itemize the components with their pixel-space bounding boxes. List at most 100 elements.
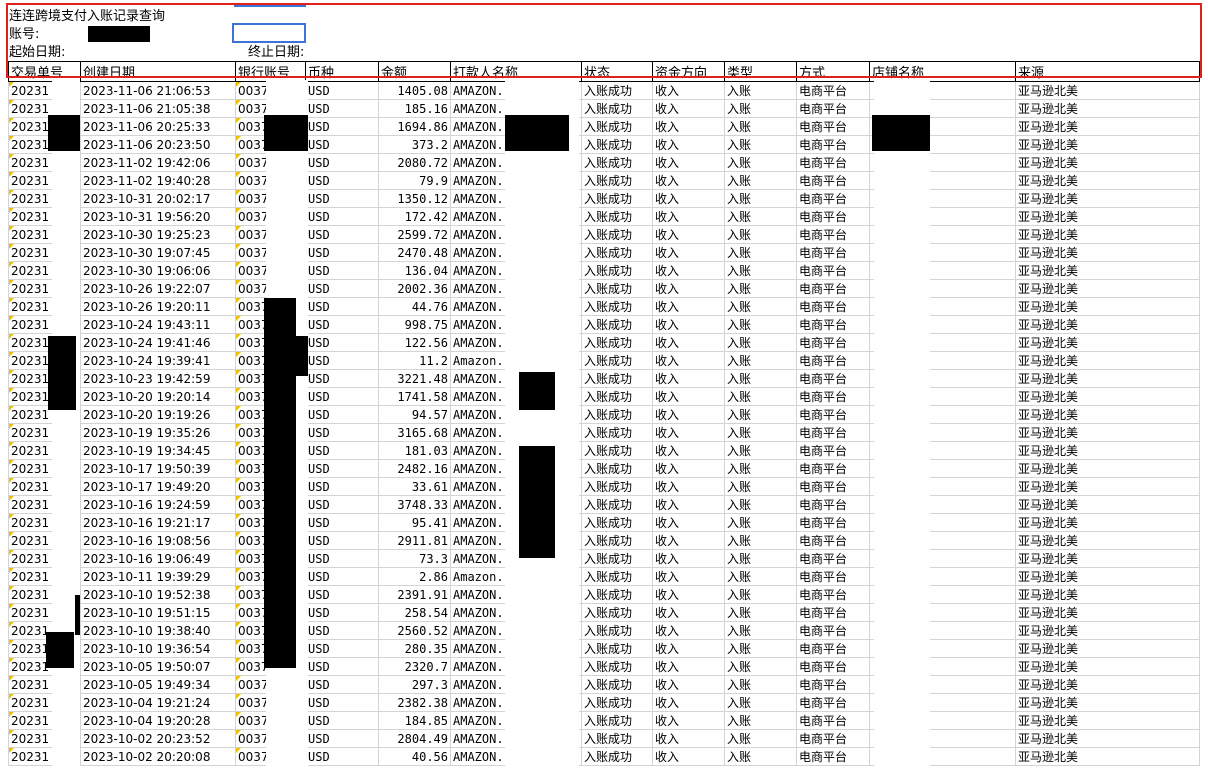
cell-type[interactable]: 入账 bbox=[724, 621, 797, 640]
cell-type[interactable]: 入账 bbox=[724, 261, 797, 280]
cell-fund-direction[interactable]: 收入 bbox=[652, 135, 725, 154]
cell-amount[interactable]: 95.41 bbox=[378, 513, 451, 532]
column-header[interactable]: 银行账号 bbox=[235, 61, 306, 82]
cell-amount[interactable]: 2470.48 bbox=[378, 243, 451, 262]
column-header[interactable]: 类型 bbox=[724, 61, 797, 82]
cell-method[interactable]: 电商平台 bbox=[796, 729, 870, 748]
cell-created-date[interactable]: 2023-10-17 19:50:39 bbox=[80, 459, 236, 478]
cell-status[interactable]: 入账成功 bbox=[581, 693, 653, 712]
cell-method[interactable]: 电商平台 bbox=[796, 315, 870, 334]
cell-fund-direction[interactable]: 收入 bbox=[652, 117, 725, 136]
cell-fund-direction[interactable]: 收入 bbox=[652, 279, 725, 298]
cell-status[interactable]: 入账成功 bbox=[581, 135, 653, 154]
cell-currency[interactable]: USD bbox=[305, 99, 379, 118]
cell-status[interactable]: 入账成功 bbox=[581, 333, 653, 352]
cell-currency[interactable]: USD bbox=[305, 675, 379, 694]
cell-type[interactable]: 入账 bbox=[724, 81, 797, 100]
cell-method[interactable]: 电商平台 bbox=[796, 621, 870, 640]
cell-method[interactable]: 电商平台 bbox=[796, 693, 870, 712]
cell-source[interactable]: 亚马逊北美 bbox=[1015, 531, 1200, 550]
cell-created-date[interactable]: 2023-10-16 19:21:17 bbox=[80, 513, 236, 532]
cell-type[interactable]: 入账 bbox=[724, 99, 797, 118]
cell-fund-direction[interactable]: 收入 bbox=[652, 387, 725, 406]
cell-fund-direction[interactable]: 收入 bbox=[652, 657, 725, 676]
cell-method[interactable]: 电商平台 bbox=[796, 333, 870, 352]
cell-fund-direction[interactable]: 收入 bbox=[652, 711, 725, 730]
cell-amount[interactable]: 258.54 bbox=[378, 603, 451, 622]
cell-status[interactable]: 入账成功 bbox=[581, 567, 653, 586]
cell-currency[interactable]: USD bbox=[305, 531, 379, 550]
cell-method[interactable]: 电商平台 bbox=[796, 639, 870, 658]
cell-amount[interactable]: 3748.33 bbox=[378, 495, 451, 514]
column-header[interactable]: 店铺名称 bbox=[869, 61, 1016, 82]
cell-type[interactable]: 入账 bbox=[724, 567, 797, 586]
cell-created-date[interactable]: 2023-10-02 20:23:52 bbox=[80, 729, 236, 748]
cell-method[interactable]: 电商平台 bbox=[796, 387, 870, 406]
cell-source[interactable]: 亚马逊北美 bbox=[1015, 693, 1200, 712]
cell-type[interactable]: 入账 bbox=[724, 441, 797, 460]
cell-fund-direction[interactable]: 收入 bbox=[652, 495, 725, 514]
cell-amount[interactable]: 172.42 bbox=[378, 207, 451, 226]
cell-currency[interactable]: USD bbox=[305, 351, 379, 370]
cell-currency[interactable]: USD bbox=[305, 657, 379, 676]
cell-status[interactable]: 入账成功 bbox=[581, 747, 653, 766]
cell-source[interactable]: 亚马逊北美 bbox=[1015, 675, 1200, 694]
cell-currency[interactable]: USD bbox=[305, 243, 379, 262]
cell-fund-direction[interactable]: 收入 bbox=[652, 693, 725, 712]
cell-status[interactable]: 入账成功 bbox=[581, 243, 653, 262]
cell-fund-direction[interactable]: 收入 bbox=[652, 369, 725, 388]
cell-amount[interactable]: 1405.08 bbox=[378, 81, 451, 100]
cell-currency[interactable]: USD bbox=[305, 423, 379, 442]
cell-method[interactable]: 电商平台 bbox=[796, 513, 870, 532]
cell-type[interactable]: 入账 bbox=[724, 297, 797, 316]
cell-fund-direction[interactable]: 收入 bbox=[652, 477, 725, 496]
cell-created-date[interactable]: 2023-10-23 19:42:59 bbox=[80, 369, 236, 388]
cell-status[interactable]: 入账成功 bbox=[581, 261, 653, 280]
cell-amount[interactable]: 2560.52 bbox=[378, 621, 451, 640]
cell-source[interactable]: 亚马逊北美 bbox=[1015, 423, 1200, 442]
cell-fund-direction[interactable]: 收入 bbox=[652, 153, 725, 172]
cell-amount[interactable]: 373.2 bbox=[378, 135, 451, 154]
cell-type[interactable]: 入账 bbox=[724, 171, 797, 190]
cell-source[interactable]: 亚马逊北美 bbox=[1015, 153, 1200, 172]
cell-type[interactable]: 入账 bbox=[724, 693, 797, 712]
cell-source[interactable]: 亚马逊北美 bbox=[1015, 567, 1200, 586]
cell-amount[interactable]: 33.61 bbox=[378, 477, 451, 496]
cell-currency[interactable]: USD bbox=[305, 387, 379, 406]
column-header[interactable]: 来源 bbox=[1015, 61, 1200, 82]
cell-status[interactable]: 入账成功 bbox=[581, 603, 653, 622]
cell-method[interactable]: 电商平台 bbox=[796, 117, 870, 136]
cell-amount[interactable]: 184.85 bbox=[378, 711, 451, 730]
cell-amount[interactable]: 1350.12 bbox=[378, 189, 451, 208]
column-header[interactable]: 状态 bbox=[581, 61, 653, 82]
cell-source[interactable]: 亚马逊北美 bbox=[1015, 171, 1200, 190]
cell-source[interactable]: 亚马逊北美 bbox=[1015, 333, 1200, 352]
cell-currency[interactable]: USD bbox=[305, 261, 379, 280]
cell-created-date[interactable]: 2023-10-31 19:56:20 bbox=[80, 207, 236, 226]
cell-created-date[interactable]: 2023-10-10 19:51:15 bbox=[80, 603, 236, 622]
cell-created-date[interactable]: 2023-10-17 19:49:20 bbox=[80, 477, 236, 496]
cell-source[interactable]: 亚马逊北美 bbox=[1015, 639, 1200, 658]
cell-fund-direction[interactable]: 收入 bbox=[652, 81, 725, 100]
cell-created-date[interactable]: 2023-11-02 19:42:06 bbox=[80, 153, 236, 172]
cell-type[interactable]: 入账 bbox=[724, 405, 797, 424]
cell-method[interactable]: 电商平台 bbox=[796, 603, 870, 622]
cell-source[interactable]: 亚马逊北美 bbox=[1015, 369, 1200, 388]
cell-type[interactable]: 入账 bbox=[724, 207, 797, 226]
cell-created-date[interactable]: 2023-10-31 20:02:17 bbox=[80, 189, 236, 208]
cell-method[interactable]: 电商平台 bbox=[796, 585, 870, 604]
cell-method[interactable]: 电商平台 bbox=[796, 711, 870, 730]
cell-amount[interactable]: 1694.86 bbox=[378, 117, 451, 136]
cell-fund-direction[interactable]: 收入 bbox=[652, 585, 725, 604]
column-header[interactable]: 资金方向 bbox=[652, 61, 725, 82]
cell-method[interactable]: 电商平台 bbox=[796, 297, 870, 316]
cell-type[interactable]: 入账 bbox=[724, 279, 797, 298]
cell-created-date[interactable]: 2023-10-30 19:07:45 bbox=[80, 243, 236, 262]
cell-method[interactable]: 电商平台 bbox=[796, 531, 870, 550]
cell-source[interactable]: 亚马逊北美 bbox=[1015, 117, 1200, 136]
cell-currency[interactable]: USD bbox=[305, 279, 379, 298]
cell-currency[interactable]: USD bbox=[305, 513, 379, 532]
cell-fund-direction[interactable]: 收入 bbox=[652, 729, 725, 748]
cell-status[interactable]: 入账成功 bbox=[581, 585, 653, 604]
cell-status[interactable]: 入账成功 bbox=[581, 117, 653, 136]
